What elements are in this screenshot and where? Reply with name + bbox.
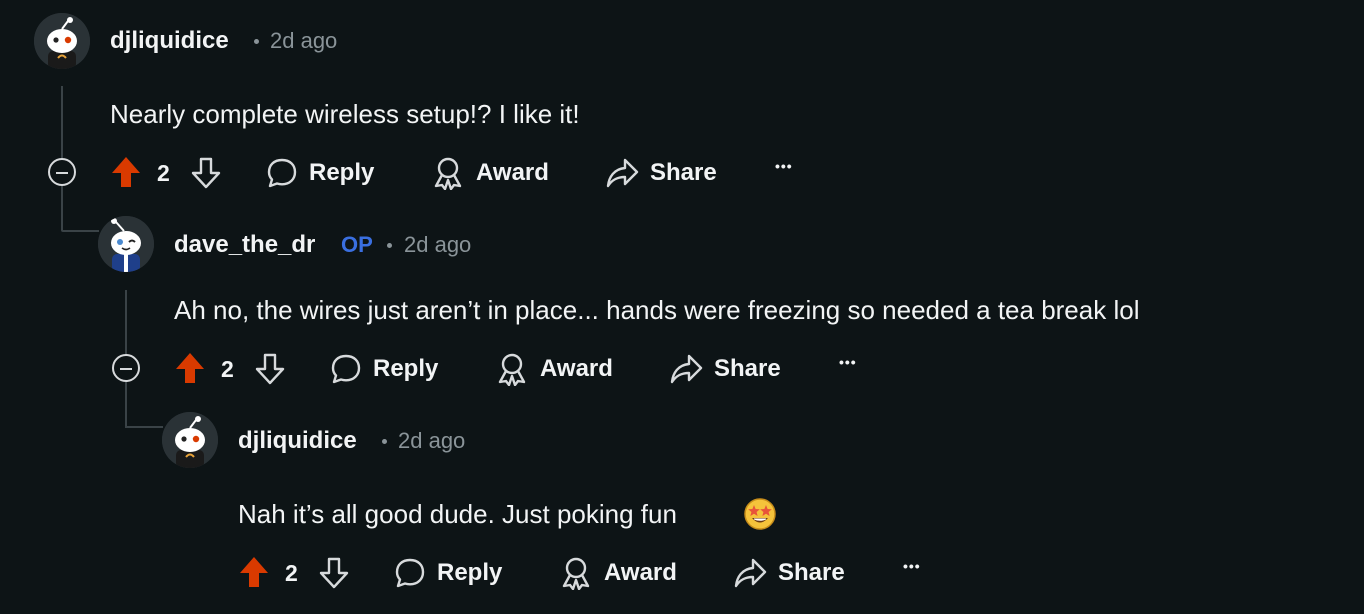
comment-timestamp[interactable]: 2d ago	[398, 428, 465, 454]
reply-button[interactable]: Reply	[437, 559, 502, 587]
share-icon	[606, 158, 639, 188]
vote-score: 2	[221, 356, 234, 382]
separator-dot	[387, 243, 392, 248]
avatar[interactable]	[162, 412, 218, 468]
award-icon	[434, 157, 462, 190]
comment-timestamp[interactable]: 2d ago	[404, 232, 471, 258]
comment-body: Nearly complete wireless setup!? I like …	[110, 99, 580, 129]
separator-dot	[382, 439, 387, 444]
upvote-icon[interactable]	[239, 556, 269, 588]
snoo-avatar-icon	[34, 13, 90, 69]
thread-branch	[125, 426, 163, 428]
thread-line	[61, 86, 63, 158]
award-button[interactable]: Award	[604, 559, 677, 587]
thread-branch	[61, 230, 99, 232]
thread-line	[125, 290, 127, 354]
star-struck-emoji-icon	[744, 498, 776, 530]
share-icon	[670, 354, 703, 384]
share-icon	[734, 558, 767, 588]
snoo-avatar-icon	[98, 216, 154, 272]
reply-icon	[267, 158, 297, 188]
collapse-thread-button[interactable]	[112, 354, 140, 382]
award-button[interactable]: Award	[476, 159, 549, 187]
comment-body: Ah no, the wires just aren’t in place...…	[174, 295, 1140, 325]
avatar[interactable]	[34, 13, 90, 69]
vote-score: 2	[157, 160, 170, 186]
more-options-button[interactable]: •••	[839, 354, 857, 370]
award-button[interactable]: Award	[540, 355, 613, 383]
op-badge: OP	[341, 232, 373, 257]
separator-dot	[254, 39, 259, 44]
thread-line	[125, 382, 127, 426]
more-options-button[interactable]: •••	[903, 558, 921, 574]
collapse-thread-button[interactable]	[48, 158, 76, 186]
comment-username[interactable]: djliquidice	[238, 427, 357, 455]
comment-body: Nah it’s all good dude. Just poking fun	[238, 499, 677, 529]
award-icon	[562, 557, 590, 590]
upvote-icon[interactable]	[111, 156, 141, 188]
comment-username[interactable]: dave_the_dr	[174, 231, 315, 259]
reply-button[interactable]: Reply	[373, 355, 438, 383]
more-options-button[interactable]: •••	[775, 158, 793, 174]
snoo-avatar-icon	[162, 412, 218, 468]
reply-button[interactable]: Reply	[309, 159, 374, 187]
award-icon	[498, 353, 526, 386]
vote-score: 2	[285, 560, 298, 586]
reply-icon	[331, 354, 361, 384]
upvote-icon[interactable]	[175, 352, 205, 384]
comment-timestamp[interactable]: 2d ago	[270, 28, 337, 54]
downvote-icon[interactable]	[319, 557, 349, 589]
downvote-icon[interactable]	[255, 353, 285, 385]
share-button[interactable]: Share	[650, 159, 717, 187]
downvote-icon[interactable]	[191, 157, 221, 189]
avatar[interactable]	[98, 216, 154, 272]
thread-line	[61, 186, 63, 230]
share-button[interactable]: Share	[714, 355, 781, 383]
comment-username[interactable]: djliquidice	[110, 27, 229, 55]
reply-icon	[395, 558, 425, 588]
share-button[interactable]: Share	[778, 559, 845, 587]
